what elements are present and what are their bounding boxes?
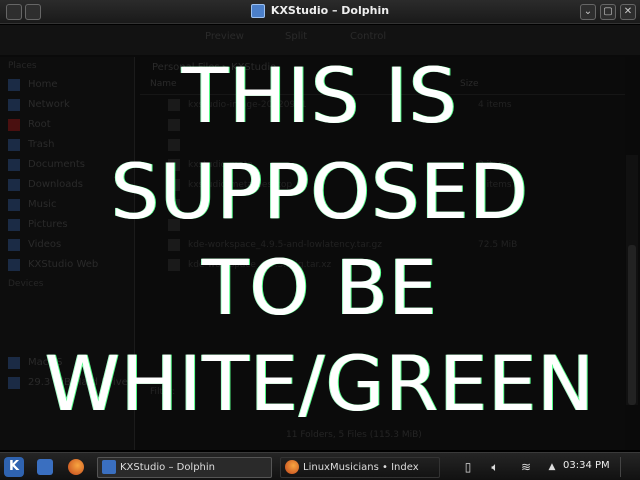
volume-icon[interactable]: 🔈︎ xyxy=(487,459,503,475)
task-label: LinuxMusicians • Index page xyxy=(303,462,419,473)
overlay-line: SUPPOSED xyxy=(110,147,530,236)
close-button[interactable]: ✕ xyxy=(620,4,636,20)
firefox-icon xyxy=(285,460,299,474)
overlay-line: TO BE xyxy=(202,243,438,332)
tray-expand-icon[interactable]: ▲ xyxy=(544,459,560,475)
firefox-launcher-icon[interactable] xyxy=(68,459,84,475)
minimize-glyph: ⌄ xyxy=(583,6,593,17)
overlay-message: THIS IS SUPPOSED TO BE WHITE/GREEN xyxy=(0,30,640,450)
overlay-line: WHITE/GREEN xyxy=(44,339,596,428)
task-dolphin[interactable]: KXStudio – Dolphin xyxy=(97,457,272,478)
taskbar: K KXStudio – Dolphin LinuxMusicians • In… xyxy=(0,452,640,480)
maximize-glyph: ▢ xyxy=(603,6,613,17)
task-label: KXStudio – Dolphin xyxy=(120,462,216,473)
minimize-button[interactable]: ⌄ xyxy=(580,4,596,20)
close-glyph: ✕ xyxy=(623,6,633,17)
network-icon[interactable]: ≋ xyxy=(518,459,534,475)
dolphin-icon xyxy=(250,4,265,18)
dolphin-launcher-icon[interactable] xyxy=(37,459,53,475)
show-desktop-button[interactable] xyxy=(620,457,638,477)
overlay-line: THIS IS xyxy=(181,51,459,140)
clipboard-icon[interactable]: ▯ xyxy=(460,459,476,475)
dolphin-icon xyxy=(102,460,116,474)
window-title: KXStudio – Dolphin xyxy=(0,4,640,18)
application-launcher-button[interactable]: K xyxy=(4,457,24,477)
window-titlebar[interactable]: KXStudio – Dolphin ⌄ ▢ ✕ xyxy=(0,0,640,24)
task-firefox[interactable]: LinuxMusicians • Index page xyxy=(280,457,440,478)
window-title-text: KXStudio – Dolphin xyxy=(270,4,390,17)
clock[interactable]: 03:34 PM xyxy=(563,460,610,471)
maximize-button[interactable]: ▢ xyxy=(600,4,616,20)
